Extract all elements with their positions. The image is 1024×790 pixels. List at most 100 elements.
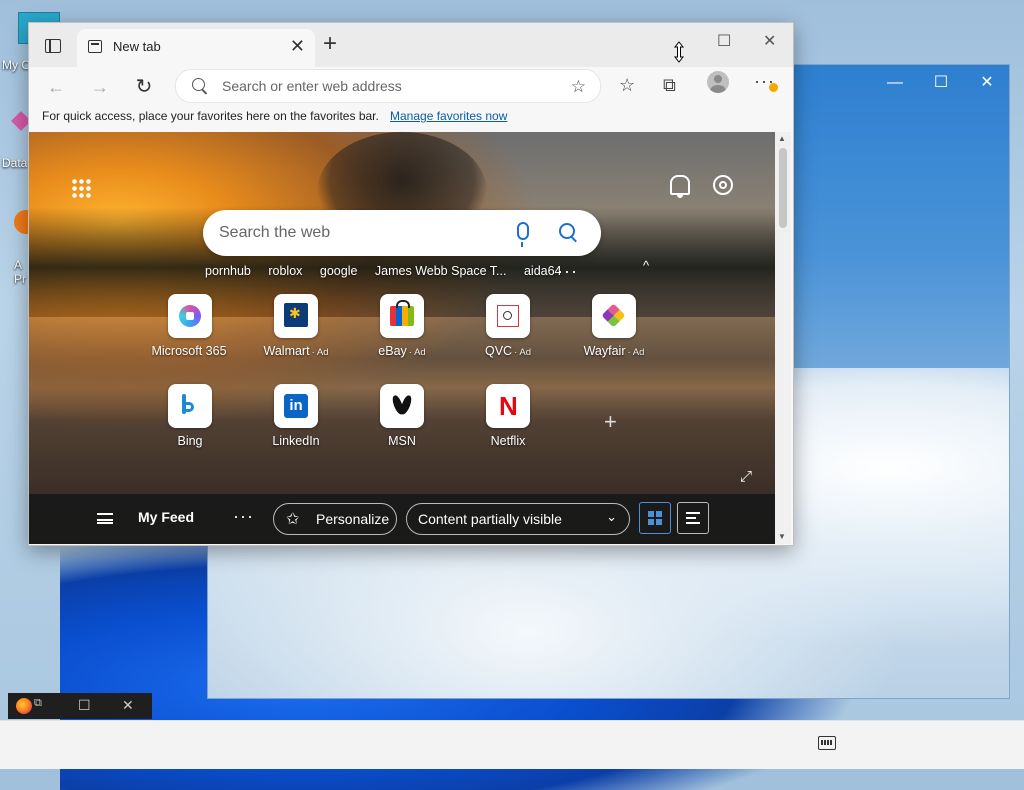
- desktop-icon-label: My C: [2, 58, 30, 72]
- maximize-button[interactable]: ☐: [717, 31, 731, 51]
- quick-links-more-button[interactable]: ···: [557, 261, 578, 282]
- wayfair-logo-icon: [601, 303, 626, 328]
- maximize-button[interactable]: ☐: [78, 697, 91, 714]
- tile-label: LinkedIn: [272, 434, 320, 448]
- keyboard-icon[interactable]: [818, 736, 836, 750]
- tile-icon-box: [486, 294, 530, 338]
- tile-icon-box: in: [274, 384, 318, 428]
- desktop-icon-label: A Pr: [14, 258, 26, 286]
- favorites-bar: For quick access, place your favorites h…: [29, 109, 793, 131]
- title-bar: New tab ✕ + ☐ ✕: [29, 23, 793, 67]
- close-button[interactable]: ✕: [972, 73, 1002, 93]
- linkedin-logo-icon: in: [284, 394, 308, 418]
- quick-link[interactable]: pornhub: [205, 264, 251, 278]
- content-visibility-dropdown[interactable]: Content partially visible ⌄: [406, 503, 630, 535]
- favorites-icon[interactable]: ☆: [619, 75, 635, 96]
- tile-label: QVC · Ad: [485, 344, 531, 358]
- tile-icon-box: [168, 384, 212, 428]
- tab-new-tab[interactable]: New tab ✕: [77, 29, 315, 67]
- tile-label: Bing: [177, 434, 203, 448]
- feed-bar: My Feed ··· ✩ Personalize Content partia…: [29, 494, 775, 544]
- page-settings-gear-icon[interactable]: [713, 175, 733, 195]
- personalize-star-icon: ✩: [286, 511, 300, 528]
- tab-title: New tab: [113, 39, 161, 54]
- scroll-up-arrow-icon[interactable]: ▲: [778, 134, 786, 143]
- personalize-button[interactable]: ✩ Personalize: [273, 503, 397, 535]
- hamburger-menu-icon[interactable]: [97, 513, 113, 524]
- tile-label: eBay · Ad: [378, 344, 426, 358]
- quick-link[interactable]: aida64: [524, 264, 562, 278]
- search-icon: [192, 78, 205, 91]
- alert-badge: [769, 83, 778, 92]
- minimize-button[interactable]: —: [880, 73, 910, 93]
- personalize-label: Personalize: [316, 511, 390, 527]
- tile-icon-box: [592, 294, 636, 338]
- quick-link[interactable]: James Webb Space T...: [375, 264, 507, 278]
- collections-icon[interactable]: ⧉: [663, 75, 676, 96]
- manage-favorites-link[interactable]: Manage favorites now: [390, 109, 507, 123]
- search-submit-icon[interactable]: [559, 223, 575, 239]
- scroll-thumb[interactable]: [779, 148, 787, 228]
- tile-label: Netflix: [490, 434, 526, 448]
- maximize-button[interactable]: ☐: [926, 73, 956, 93]
- grid-view-button[interactable]: [639, 502, 671, 534]
- apps-launcher-icon[interactable]: [71, 178, 91, 198]
- tile-label: Microsoft 365: [151, 344, 227, 358]
- tab-close-button[interactable]: ✕: [290, 36, 305, 57]
- quick-link[interactable]: google: [320, 264, 358, 278]
- tile-icon-box: [274, 294, 318, 338]
- quick-links: pornhub roblox google James Webb Space T…: [205, 264, 576, 278]
- tile-icon-box: [380, 294, 424, 338]
- tile-microsoft-365[interactable]: Microsoft 365: [140, 294, 240, 374]
- scroll-down-arrow-icon[interactable]: ▼: [778, 532, 786, 541]
- desktop-icon-label: Data: [2, 156, 28, 170]
- feed-more-button[interactable]: ···: [233, 506, 254, 527]
- address-bar[interactable]: ☆: [175, 69, 601, 103]
- list-view-button[interactable]: [677, 502, 709, 534]
- web-search-box[interactable]: [203, 210, 601, 256]
- msn-logo-icon: [392, 394, 412, 418]
- favorites-bar-hint: For quick access, place your favorites h…: [42, 109, 379, 123]
- content-visibility-value: Content partially visible: [418, 511, 562, 527]
- tile-walmart[interactable]: Walmart· Ad: [246, 294, 346, 374]
- close-window-button[interactable]: ✕: [763, 31, 776, 51]
- netflix-logo-icon: N: [499, 391, 518, 421]
- minimized-window-thumbnail[interactable]: ⧉ ☐ ✕: [8, 693, 152, 719]
- address-input[interactable]: [220, 77, 544, 95]
- browser-window: New tab ✕ + ☐ ✕ ← → ↻ ☆ ☆ ⧉ ··· For quic…: [28, 22, 794, 546]
- tile-linkedin[interactable]: in LinkedIn: [246, 384, 346, 464]
- microphone-icon[interactable]: [517, 222, 529, 247]
- notifications-bell-icon[interactable]: [670, 175, 690, 198]
- tile-wayfair[interactable]: Wayfair · Ad: [564, 294, 664, 374]
- ebay-logo-icon: [390, 300, 414, 326]
- collapse-chevron-icon[interactable]: ^: [643, 258, 649, 273]
- firefox-icon: [16, 698, 32, 714]
- add-site-button[interactable]: +: [604, 409, 617, 435]
- new-tab-button[interactable]: +: [323, 30, 337, 58]
- forward-button[interactable]: →: [85, 73, 115, 101]
- tile-label: MSN: [388, 434, 416, 448]
- page-scrollbar[interactable]: ▲ ▼: [775, 132, 791, 544]
- tile-netflix[interactable]: N Netflix: [458, 384, 558, 464]
- web-search-input[interactable]: [217, 223, 491, 243]
- close-button[interactable]: ✕: [122, 697, 134, 714]
- my-feed-title[interactable]: My Feed: [138, 509, 194, 525]
- quick-link[interactable]: roblox: [268, 264, 302, 278]
- tile-qvc[interactable]: QVC · Ad: [458, 294, 558, 374]
- restore-icon[interactable]: ⧉: [34, 697, 42, 710]
- walmart-logo-icon: [284, 303, 308, 327]
- tile-label: Wayfair · Ad: [583, 344, 645, 358]
- refresh-button[interactable]: ↻: [129, 73, 159, 101]
- add-favorite-icon[interactable]: ☆: [571, 77, 586, 97]
- back-button[interactable]: ←: [41, 73, 71, 101]
- tab-actions-icon[interactable]: [45, 39, 61, 53]
- expand-icon[interactable]: ⤢: [740, 468, 752, 485]
- tile-icon-box: N: [486, 384, 530, 428]
- tile-ebay[interactable]: eBay · Ad: [352, 294, 452, 374]
- bing-logo-icon: [182, 394, 194, 414]
- tile-msn[interactable]: MSN: [352, 384, 452, 464]
- new-tab-page-icon: [88, 40, 102, 53]
- new-tab-page: pornhub roblox google James Webb Space T…: [29, 132, 775, 544]
- profile-avatar-icon[interactable]: [707, 71, 729, 93]
- tile-bing[interactable]: Bing: [140, 384, 240, 464]
